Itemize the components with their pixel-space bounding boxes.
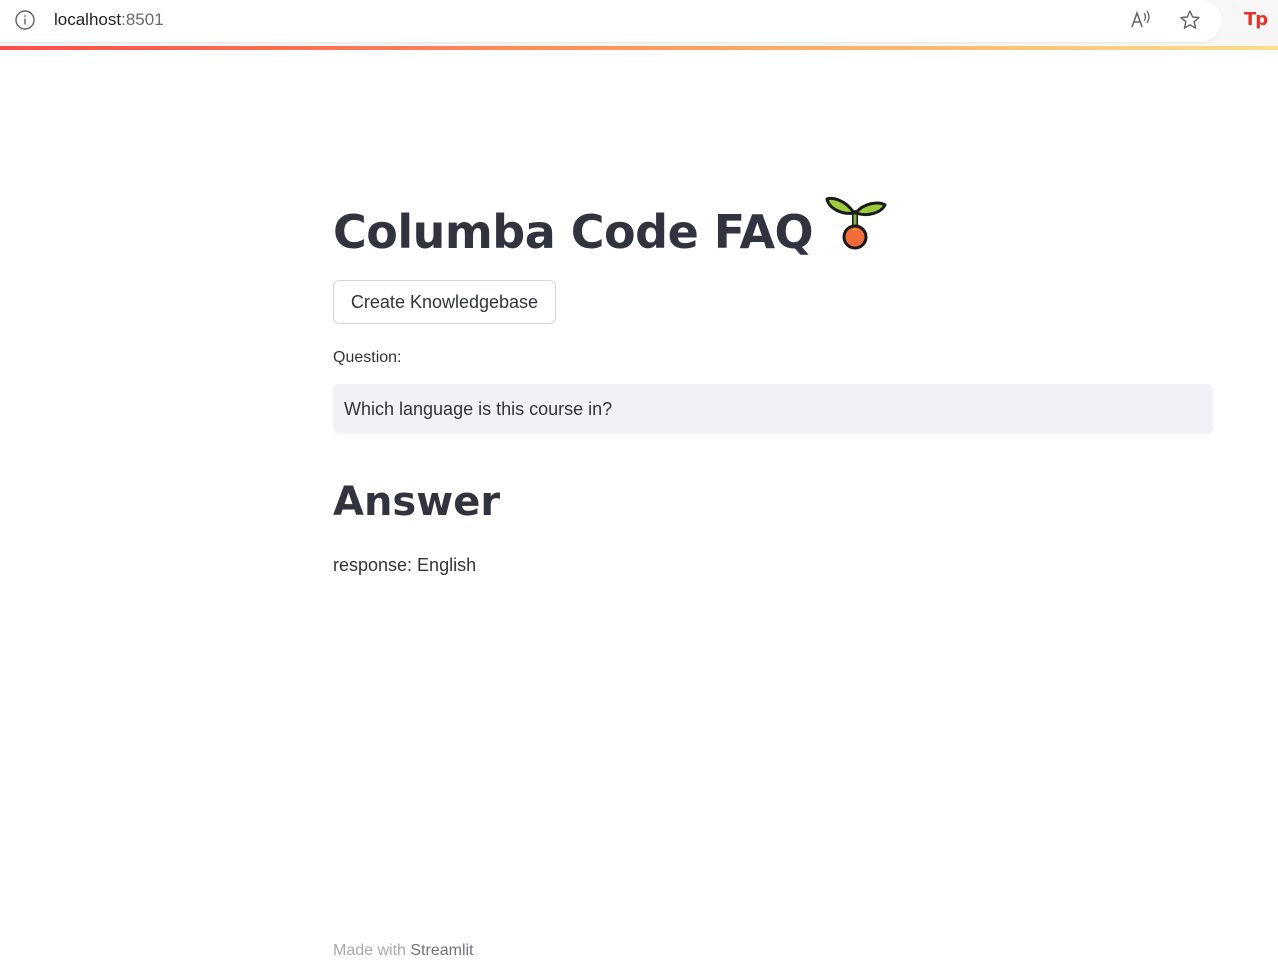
extension-icon[interactable]: Tp — [1244, 8, 1272, 32]
question-label: Question: — [333, 349, 402, 366]
page-title: Columba Code FAQ — [333, 196, 887, 274]
question-input[interactable] — [333, 384, 1213, 434]
decoration-bar — [0, 46, 1278, 50]
page-title-text: Columba Code FAQ — [333, 205, 814, 259]
answer-text: response: English — [333, 555, 477, 575]
streamlit-link[interactable]: Streamlit — [410, 942, 473, 959]
footer: Made with Streamlit — [333, 940, 474, 962]
seedling-icon — [823, 191, 887, 268]
url-host: localhost — [54, 10, 122, 29]
url-port: :8501 — [121, 10, 164, 29]
footer-prefix: Made with — [333, 942, 411, 959]
create-knowledgebase-button[interactable]: Create Knowledgebase — [333, 280, 556, 324]
answer-heading: Answer — [333, 479, 501, 525]
favorite-star-icon[interactable] — [1178, 8, 1202, 32]
url-text[interactable]: localhost:8501 — [54, 9, 164, 31]
info-icon[interactable] — [14, 9, 36, 31]
browser-toolbar: localhost:8501 Tp — [0, 0, 1278, 46]
address-bar[interactable]: localhost:8501 — [0, 0, 1222, 42]
read-aloud-icon[interactable] — [1129, 8, 1153, 32]
